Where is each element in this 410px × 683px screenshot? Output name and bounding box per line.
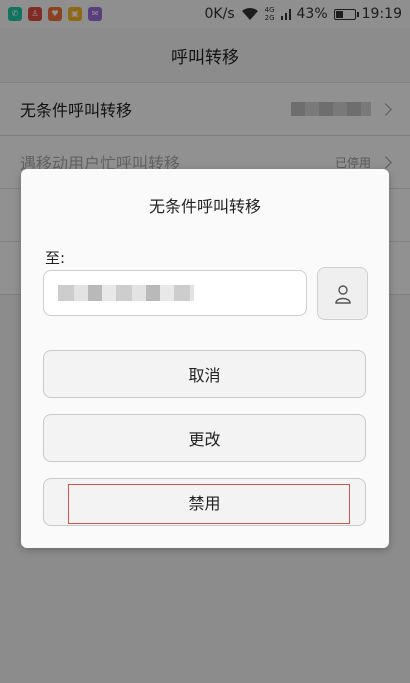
pick-contact-button[interactable] xyxy=(317,267,368,320)
to-label: 至: xyxy=(45,249,66,267)
person-icon xyxy=(334,284,351,304)
forwarding-dialog: 无条件呼叫转移 至: 取消 更改 禁用 xyxy=(21,169,389,548)
forward-number-value-blurred xyxy=(58,285,194,301)
disable-button[interactable]: 禁用 xyxy=(43,478,366,526)
change-button[interactable]: 更改 xyxy=(43,414,366,462)
cancel-button[interactable]: 取消 xyxy=(43,350,366,398)
forward-number-input[interactable] xyxy=(43,270,307,316)
dialog-title: 无条件呼叫转移 xyxy=(148,197,261,216)
